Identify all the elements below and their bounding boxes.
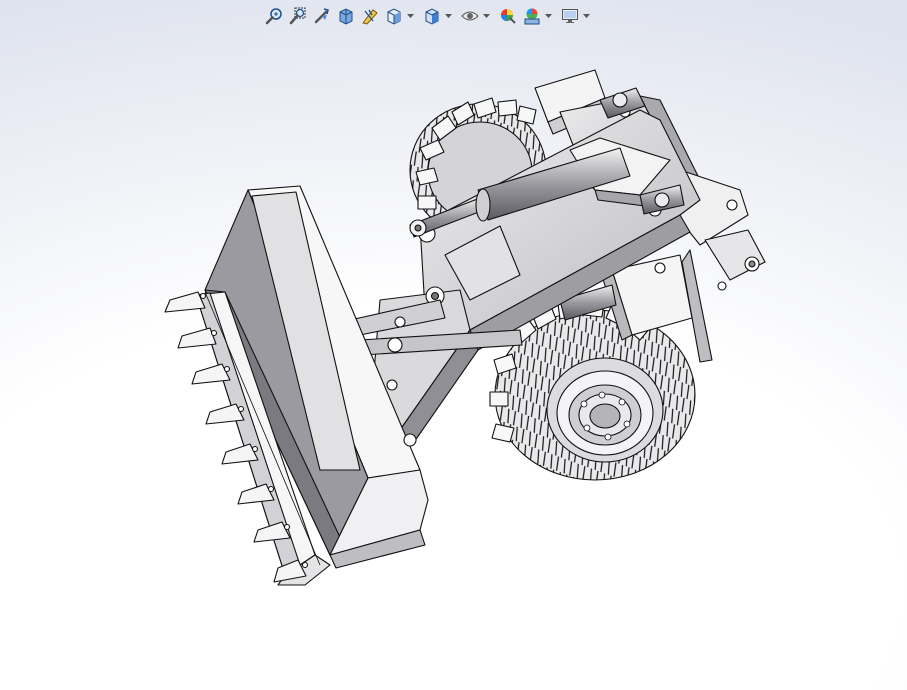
graphics-viewport[interactable]: [0, 0, 907, 690]
wheel-loader-model[interactable]: [0, 0, 907, 690]
wheel-front-right: [489, 299, 696, 481]
